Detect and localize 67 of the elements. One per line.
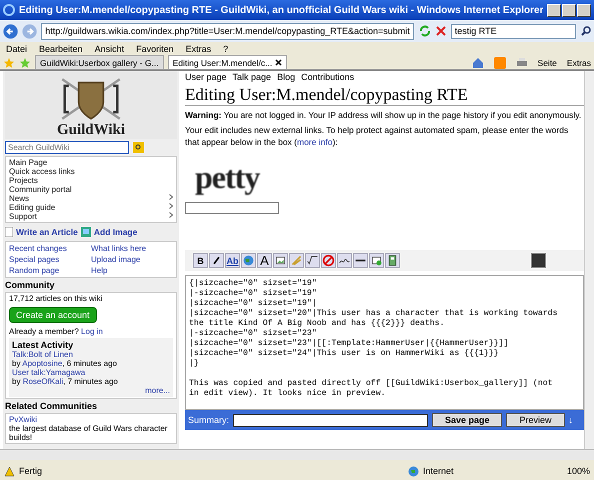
menu-item[interactable]: Extras — [186, 44, 212, 54]
nav-item[interactable]: Community portal — [9, 185, 173, 194]
section-title: Latest Activity — [12, 340, 74, 350]
bold-button[interactable]: B — [193, 253, 208, 268]
section-title: Community — [5, 280, 56, 290]
more-info-link[interactable]: more info — [297, 137, 332, 147]
captcha-text: petty — [195, 159, 261, 196]
article-count: 17,712 articles on this wiki — [9, 294, 104, 303]
spam-notice: Your edit includes new external links. To help protect against automated spam, please enter the words that appear below in the box (more info): — [185, 124, 570, 148]
community-description: the largest database of Guild Wars character builds! — [9, 424, 168, 442]
window-title: Editing User:M.mendel/copypasting RTE - GuildWiki, an unofficial Guild Wars wiki - Windows Internet Explorer — [19, 4, 543, 16]
login-link[interactable]: Log in — [81, 327, 103, 336]
page-heading: Editing User:M.mendel/copypasting RTE — [185, 85, 584, 106]
nav-item[interactable]: Support — [9, 212, 173, 221]
down-arrow[interactable]: ↓ — [568, 415, 573, 425]
nav-item[interactable]: Main Page — [9, 158, 173, 167]
menu-item[interactable]: Bearbeiten — [39, 44, 83, 54]
wiki-logo[interactable]: GuildWiki — [5, 71, 177, 139]
activity-time: , 6 minutes ago — [62, 359, 117, 368]
save-page-button[interactable]: Save page — [432, 413, 502, 427]
nav-item[interactable]: Projects — [9, 176, 173, 185]
command-button[interactable]: Seite — [538, 58, 557, 68]
community-link[interactable]: PvXwiki — [9, 415, 173, 424]
sidebar-link[interactable]: Special pages — [9, 254, 91, 265]
write-article-link[interactable]: Write an Article — [16, 227, 78, 237]
activity-page-link[interactable]: Talk:Bolt of Linen — [12, 350, 170, 359]
activity-time: , 7 minutes ago — [63, 377, 118, 386]
heading-button[interactable]: A — [257, 253, 272, 268]
menu-item[interactable]: ? — [223, 44, 228, 54]
sidebar-link[interactable]: Help — [91, 265, 173, 276]
search-field[interactable]: testig RTE — [450, 24, 576, 38]
browser-tab[interactable]: GuildWiki:Userbox gallery - G... — [35, 55, 164, 69]
sidebar-link[interactable]: Recent changes — [9, 243, 91, 254]
add-image-link[interactable]: Add Image — [94, 227, 138, 237]
preview-button[interactable]: Preview — [506, 413, 564, 427]
wiki-search-field[interactable]: Search GuildWiki — [5, 141, 129, 154]
sidebar-link[interactable]: Upload image — [91, 254, 173, 265]
nav-item[interactable]: News — [9, 194, 173, 203]
edit-textarea[interactable]: {|sizcache="0" sizset="19" |-sizcache="0" sizset="19" |sizcache="0" sizset="19"| |sizcache="0" sizset="20"|This user has a character that is working towards the title Kind Of A Big Noob and has {{{2}}} deaths. |-sizcache="0" sizset="23" |sizcache="0" sizset="23"|[[:Template:HammerUser|{{HammerUser}}]] |sizcache="0" sizset="24"|This user is on HammerWiki as {{{1}}} |} This was copied and pasted directly off [[GuildWiki:Userbox_gallery]] (not in edit view). It looks nice in preview. — [185, 275, 584, 410]
member-text: Already a member? — [9, 327, 79, 336]
browser-tab[interactable]: Editing User:M.mendel/c... — [168, 55, 288, 69]
summary-label: Summary: — [188, 415, 230, 425]
nav-item[interactable]: Editing guide — [9, 203, 173, 212]
command-button[interactable]: Extras — [566, 58, 591, 68]
menu-item[interactable]: Datei — [6, 44, 28, 54]
status-text: Fertig — [19, 466, 42, 476]
sidebar-link[interactable]: What links here — [91, 243, 173, 254]
more-link[interactable]: more... — [145, 386, 170, 395]
warning-text: Warning: You are not logged in. Your IP address will show up in the page history if you edit anonymously. — [185, 109, 582, 121]
zoom-level[interactable]: 100% — [566, 466, 590, 476]
user-tab[interactable]: User page — [185, 72, 227, 82]
user-tab[interactable]: Blog — [277, 72, 296, 82]
user-tab[interactable]: Contributions — [301, 72, 354, 82]
activity-page-link[interactable]: User talk:Yamagawa — [12, 368, 170, 377]
user-link[interactable]: RoseOfKali — [22, 377, 64, 386]
nav-item[interactable]: Quick access links — [9, 167, 173, 176]
sidebar-link[interactable]: Random page — [9, 265, 91, 276]
menu-item[interactable]: Favoriten — [136, 44, 174, 54]
activity-by: by — [12, 359, 20, 368]
user-link[interactable]: Apoptosine — [22, 359, 62, 368]
address-field[interactable]: http://guildwars.wikia.com/index.php?title=User:M.mendel/copypasting_RTE&action=submit — [41, 22, 414, 40]
user-tab[interactable]: Talk page — [232, 72, 272, 82]
menu-item[interactable]: Ansicht — [94, 44, 124, 54]
link-button[interactable]: Ab — [225, 253, 240, 268]
zone-text: Internet — [422, 466, 454, 476]
activity-by: by — [12, 377, 20, 386]
section-title: Related Communities — [5, 401, 98, 411]
